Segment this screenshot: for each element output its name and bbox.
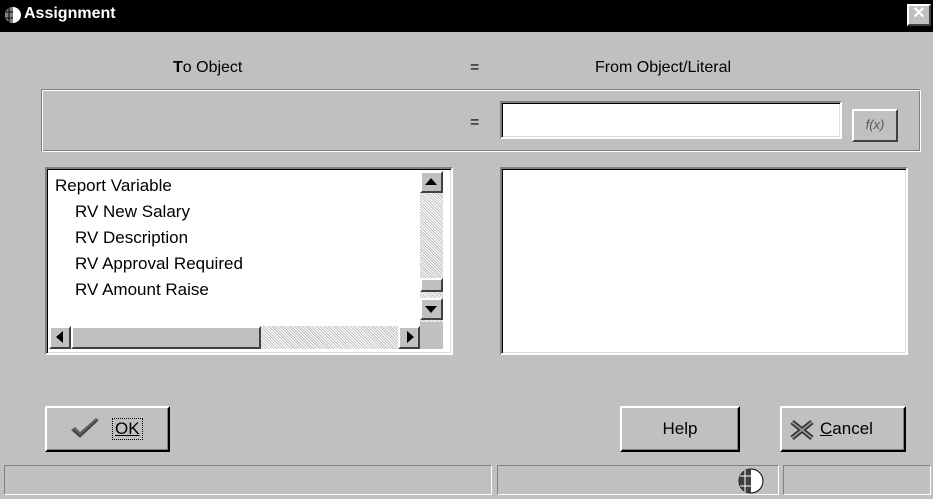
arrow-right-icon xyxy=(407,331,414,343)
horizontal-scroll-thumb[interactable] xyxy=(71,326,261,349)
tree-content: Report Variable RV New Salary RV Descrip… xyxy=(49,171,416,322)
function-button[interactable]: f(x) xyxy=(852,109,898,142)
scroll-right-button[interactable] xyxy=(398,326,420,349)
window-title: Assignment xyxy=(24,5,116,22)
cancel-label-mnemonic: C xyxy=(820,419,833,438)
vertical-scroll-thumb[interactable] xyxy=(420,278,443,292)
close-icon: ✕ xyxy=(912,5,926,22)
ok-button[interactable]: OK xyxy=(45,406,170,452)
from-object-header: From Object/Literal xyxy=(595,59,732,76)
equals-sign: = xyxy=(470,114,480,131)
globe-icon xyxy=(5,7,21,23)
tree-item-rv-new-salary[interactable]: RV New Salary xyxy=(75,202,190,222)
scroll-down-button[interactable] xyxy=(420,298,443,320)
equals-header: = xyxy=(470,59,480,76)
scroll-left-button[interactable] xyxy=(49,326,71,349)
arrow-down-icon xyxy=(425,306,437,313)
close-button[interactable]: ✕ xyxy=(907,4,931,26)
tree-item-report-variable[interactable]: Report Variable xyxy=(55,176,172,196)
from-object-list[interactable] xyxy=(500,167,908,355)
title-bar: Assignment ✕ xyxy=(0,0,933,32)
checkmark-icon xyxy=(71,418,99,438)
cancel-label-text: ancel xyxy=(832,419,873,438)
tree-item-rv-description[interactable]: RV Description xyxy=(75,228,188,248)
ok-label: OK xyxy=(112,418,143,440)
help-label: Help xyxy=(662,419,698,438)
from-object-input[interactable] xyxy=(500,101,842,139)
cancel-label: Cancel xyxy=(820,408,873,450)
tree-item-rv-approval-required[interactable]: RV Approval Required xyxy=(75,254,243,274)
scroll-up-button[interactable] xyxy=(420,171,443,193)
status-panel-main xyxy=(4,465,492,495)
function-icon: f(x) xyxy=(865,117,885,132)
x-mark-icon xyxy=(790,420,814,440)
help-button[interactable]: Help xyxy=(620,406,740,452)
to-object-header: To Object xyxy=(173,59,242,77)
to-object-tree[interactable]: Report Variable RV New Salary RV Descrip… xyxy=(45,167,453,355)
arrow-left-icon xyxy=(56,331,63,343)
status-panel-right xyxy=(783,465,931,495)
arrow-up-icon xyxy=(425,178,437,185)
horizontal-scrollbar[interactable] xyxy=(49,326,420,349)
vertical-scrollbar[interactable] xyxy=(420,171,443,322)
globe-icon xyxy=(738,468,764,494)
cancel-button[interactable]: Cancel xyxy=(780,406,906,452)
tree-item-rv-amount-raise[interactable]: RV Amount Raise xyxy=(75,280,209,300)
scroll-corner xyxy=(420,322,443,349)
to-object-header-text: o Object xyxy=(182,59,243,76)
to-object-header-mnemonic: T xyxy=(173,59,183,76)
